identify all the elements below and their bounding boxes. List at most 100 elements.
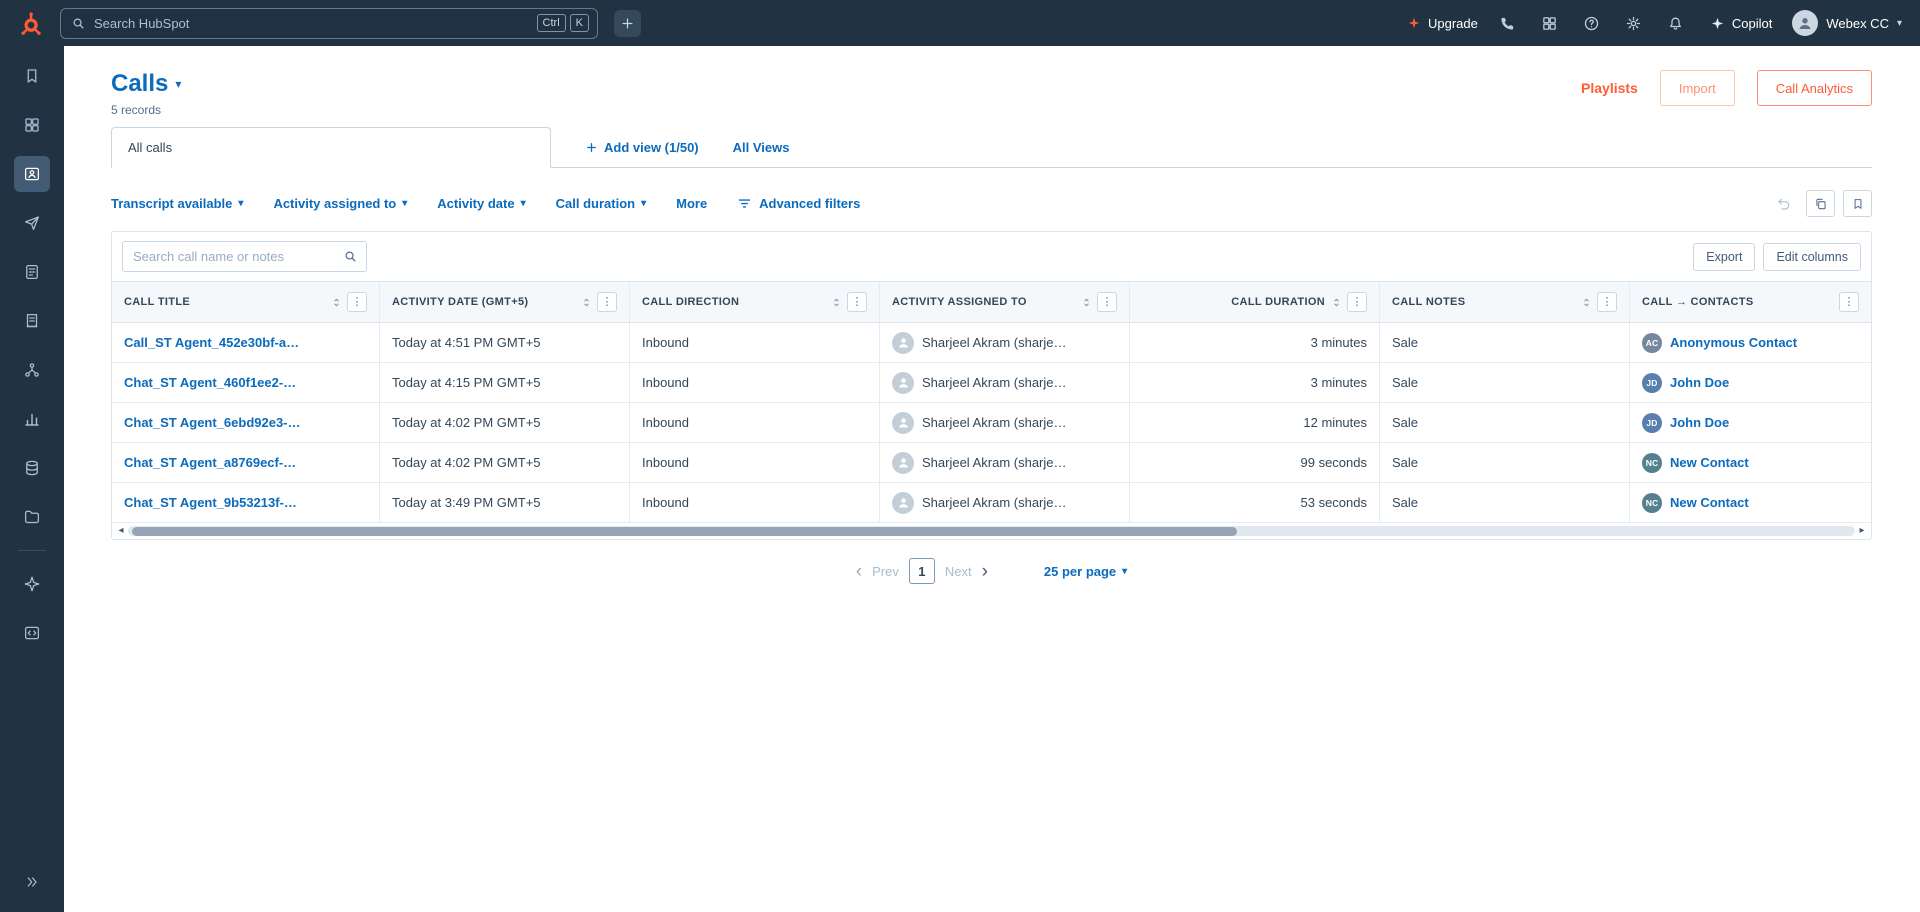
filter-activity-date[interactable]: Activity date ▾ xyxy=(437,196,525,211)
chevron-down-icon: ▾ xyxy=(1122,566,1127,577)
call-analytics-button[interactable]: Call Analytics xyxy=(1757,70,1872,106)
sidebar-reporting-icon[interactable] xyxy=(14,401,50,437)
global-search-placeholder: Search HubSpot xyxy=(94,16,529,31)
assignee-avatar xyxy=(892,452,914,474)
filter-transcript-available[interactable]: Transcript available ▾ xyxy=(111,196,243,211)
notifications-icon[interactable] xyxy=(1660,7,1692,39)
column-menu-icon[interactable]: ⋮ xyxy=(347,292,367,312)
sidebar-automations-icon[interactable] xyxy=(14,352,50,388)
marketplace-icon[interactable] xyxy=(1534,7,1566,39)
sidebar-library-icon[interactable] xyxy=(14,499,50,535)
sidebar-content-icon[interactable] xyxy=(14,254,50,290)
contact-link[interactable]: New Contact xyxy=(1670,495,1749,510)
current-page-button[interactable]: 1 xyxy=(909,558,935,584)
copy-view-button[interactable] xyxy=(1806,190,1835,217)
chevron-down-icon: ▾ xyxy=(521,198,526,209)
prev-page-chevron-icon[interactable]: ‹ xyxy=(856,562,862,581)
page-title[interactable]: Calls ▾ xyxy=(111,70,181,98)
tab-all-calls-label: All calls xyxy=(128,140,172,155)
tab-all-calls[interactable]: All calls xyxy=(111,127,551,168)
account-menu[interactable]: Webex CC ▾ xyxy=(1792,10,1902,36)
import-button[interactable]: Import xyxy=(1660,70,1735,106)
settings-icon[interactable] xyxy=(1618,7,1650,39)
call-direction: Inbound xyxy=(642,375,689,390)
upgrade-button[interactable]: Upgrade xyxy=(1407,16,1478,31)
playlists-link[interactable]: Playlists xyxy=(1581,80,1638,96)
call-title-link[interactable]: Chat_ST Agent_9b53213f-… xyxy=(124,495,297,510)
scroll-left-icon[interactable]: ◂ xyxy=(114,526,128,536)
column-menu-icon[interactable]: ⋮ xyxy=(1597,292,1617,312)
column-menu-icon[interactable]: ⋮ xyxy=(847,292,867,312)
sidebar-marketing-icon[interactable] xyxy=(14,205,50,241)
add-view-link[interactable]: Add view (1/50) xyxy=(585,140,699,155)
sort-icon[interactable] xyxy=(1581,296,1592,309)
call-duration: 53 seconds xyxy=(1301,495,1368,510)
filter-activity-assigned-to[interactable]: Activity assigned to ▾ xyxy=(273,196,407,211)
sort-icon[interactable] xyxy=(831,296,842,309)
save-view-button[interactable] xyxy=(1843,190,1872,217)
scrollbar-track[interactable] xyxy=(128,526,1855,536)
call-title-link[interactable]: Chat_ST Agent_460f1ee2-… xyxy=(124,375,296,390)
sort-icon[interactable] xyxy=(331,296,342,309)
filter-more[interactable]: More xyxy=(676,196,707,211)
sidebar-commerce-icon[interactable] xyxy=(14,303,50,339)
column-menu-icon[interactable]: ⋮ xyxy=(1347,292,1367,312)
sidebar-development-icon[interactable] xyxy=(14,615,50,651)
call-title-link[interactable]: Chat_ST Agent_6ebd92e3-… xyxy=(124,415,301,430)
sidebar-ai-icon[interactable] xyxy=(14,566,50,602)
export-button[interactable]: Export xyxy=(1693,243,1755,271)
calls-table-card: Export Edit columns CALL TITLE ⋮ ACTIVIT… xyxy=(111,231,1872,540)
copilot-button[interactable]: Copilot xyxy=(1710,16,1772,31)
contact-link[interactable]: Anonymous Contact xyxy=(1670,335,1797,350)
call-notes: Sale xyxy=(1392,495,1418,510)
contact-link[interactable]: New Contact xyxy=(1670,455,1749,470)
contact-link[interactable]: John Doe xyxy=(1670,415,1729,430)
horizontal-scrollbar[interactable]: ◂ ▸ xyxy=(112,523,1871,539)
sort-icon[interactable] xyxy=(1081,296,1092,309)
sidebar-bookmarks-icon[interactable] xyxy=(14,58,50,94)
sidebar-workspace-grid-icon[interactable] xyxy=(14,107,50,143)
call-notes: Sale xyxy=(1392,415,1418,430)
call-direction: Inbound xyxy=(642,335,689,350)
chevron-down-icon: ▾ xyxy=(641,198,646,209)
all-views-link[interactable]: All Views xyxy=(733,140,790,155)
scroll-right-icon[interactable]: ▸ xyxy=(1855,526,1869,536)
advanced-filters-button[interactable]: Advanced filters xyxy=(737,196,860,211)
undo-icon[interactable] xyxy=(1770,191,1798,217)
edit-columns-button[interactable]: Edit columns xyxy=(1763,243,1861,271)
sidebar-crm-contacts-icon[interactable] xyxy=(14,156,50,192)
column-menu-icon[interactable]: ⋮ xyxy=(1839,292,1859,312)
contact-initials-badge: NC xyxy=(1642,493,1662,513)
calling-icon[interactable] xyxy=(1492,7,1524,39)
create-button[interactable] xyxy=(614,10,641,37)
column-menu-icon[interactable]: ⋮ xyxy=(1097,292,1117,312)
table-toolbar-buttons: Export Edit columns xyxy=(1693,243,1861,271)
hubspot-logo-icon[interactable] xyxy=(16,9,44,37)
global-search-input[interactable]: Search HubSpot Ctrl K xyxy=(60,8,598,39)
call-notes: Sale xyxy=(1392,375,1418,390)
help-icon[interactable] xyxy=(1576,7,1608,39)
column-menu-icon[interactable]: ⋮ xyxy=(597,292,617,312)
search-icon xyxy=(343,249,358,264)
call-direction: Inbound xyxy=(642,495,689,510)
contact-link[interactable]: John Doe xyxy=(1670,375,1729,390)
prev-page-label[interactable]: Prev xyxy=(872,564,899,579)
next-page-chevron-icon[interactable]: › xyxy=(982,562,988,581)
filter-call-duration[interactable]: Call duration ▾ xyxy=(556,196,646,211)
assignee-avatar xyxy=(892,492,914,514)
expand-sidebar-icon[interactable] xyxy=(14,864,50,900)
column-header-call-contacts: CALL → CONTACTS ⋮ xyxy=(1630,282,1871,322)
filter-label: Activity assigned to xyxy=(273,196,396,211)
call-duration: 99 seconds xyxy=(1301,455,1368,470)
table-search-field[interactable] xyxy=(122,241,367,272)
sort-icon[interactable] xyxy=(581,296,592,309)
next-page-label[interactable]: Next xyxy=(945,564,972,579)
per-page-dropdown[interactable]: 25 per page ▾ xyxy=(1044,564,1127,579)
call-title-link[interactable]: Chat_ST Agent_a8769ecf-… xyxy=(124,455,296,470)
call-title-link[interactable]: Call_ST Agent_452e30bf-a… xyxy=(124,335,299,350)
sort-icon[interactable] xyxy=(1331,296,1342,309)
sidebar-data-icon[interactable] xyxy=(14,450,50,486)
assignee-name: Sharjeel Akram (sharje… xyxy=(922,495,1067,510)
table-search-input[interactable] xyxy=(133,249,343,264)
scrollbar-thumb[interactable] xyxy=(132,527,1237,536)
